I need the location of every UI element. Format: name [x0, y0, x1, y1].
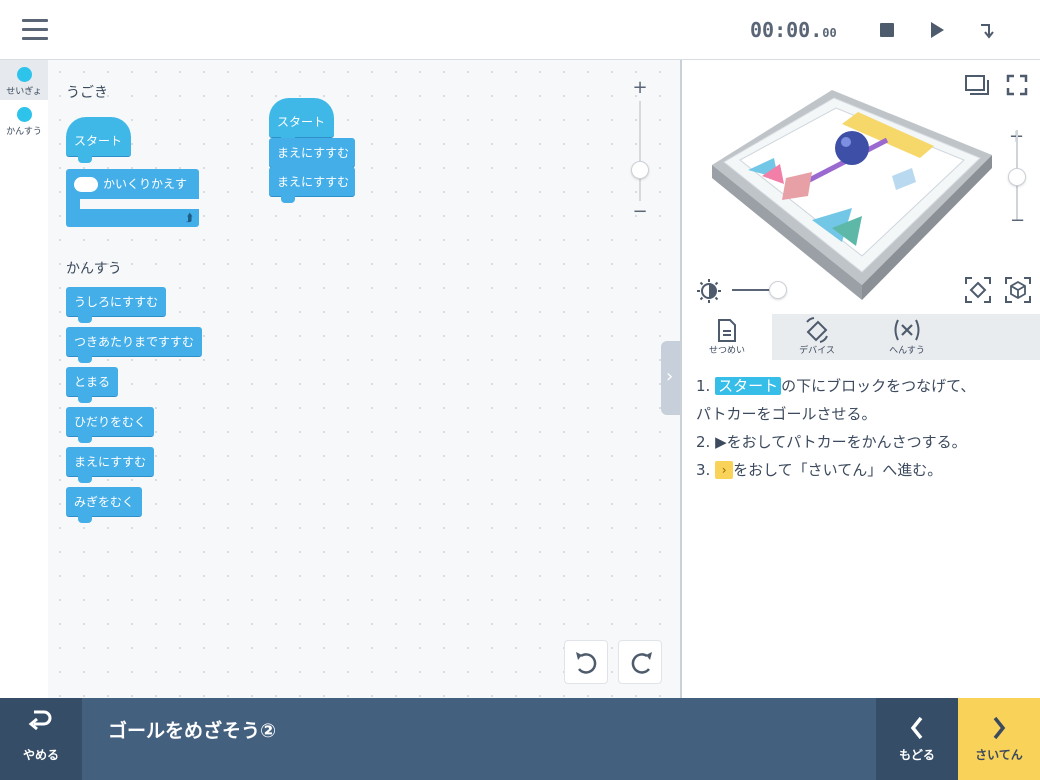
block-turn-left[interactable]: ひだりをむく [66, 407, 155, 443]
tab-description[interactable]: せつめい [682, 314, 772, 360]
block-stop[interactable]: とまる [66, 367, 119, 403]
instruction-line-1: 1. スタート の下にブロックをつなげて、 [696, 372, 1026, 400]
block-turn-right[interactable]: みぎをむく [66, 487, 143, 523]
lesson-title: ゴールをめざそう② [108, 720, 277, 742]
top-view-icon[interactable] [964, 276, 992, 308]
undo-button[interactable] [564, 640, 608, 684]
quit-button[interactable]: やめる [0, 698, 82, 780]
device-icon [806, 317, 828, 343]
instruction-line-2: 2. ▶をおしてパトカーをかんさつする。 [696, 428, 1026, 456]
camera-view-icon[interactable] [964, 74, 990, 100]
category-dot-icon [16, 107, 32, 122]
block-back[interactable]: うしろにすすむ [66, 287, 167, 323]
right-panel: + − せつめい デバイス へんすう 1. ス [680, 60, 1040, 698]
redo-button[interactable] [618, 640, 662, 684]
tab-label: せつめい [708, 346, 745, 356]
category-label: せいぎょ [6, 87, 42, 97]
step-number: 2. [696, 433, 711, 451]
instruction-text: の下にブロックをつなげて、 [781, 377, 976, 395]
info-tab-bar: せつめい デバイス へんすう [682, 314, 1040, 360]
palette-section-title: うごき [66, 85, 108, 101]
palette-section-title: かんすう [66, 261, 122, 277]
repeat-block[interactable]: かいくりかえす ⮭ [66, 169, 199, 229]
stage-zoom-knob[interactable] [1008, 168, 1026, 186]
category-functions[interactable]: かんすう [0, 100, 48, 140]
category-dot-icon [16, 67, 32, 82]
chevron-right-icon [993, 716, 1006, 740]
zoom-slider-track[interactable] [639, 101, 641, 201]
variable-icon [894, 319, 920, 341]
timer-sub: 00 [822, 26, 837, 40]
category-label: かんすう [6, 127, 42, 137]
chevron-right-icon: › [666, 366, 674, 387]
brightness-slider-knob[interactable] [769, 281, 787, 299]
chevron-left-icon [910, 716, 923, 740]
category-sidebar: せいぎょ かんすう [0, 60, 48, 698]
instruction-text: をおして「さいてん」へ進む。 [733, 461, 943, 479]
play-icon: ▶ [715, 433, 727, 451]
program-start-block[interactable]: スタート [269, 98, 334, 144]
program-forward-block[interactable]: まえにすすむ [269, 167, 355, 203]
program-forward-block[interactable]: まえにすすむ [269, 138, 355, 174]
fullscreen-icon[interactable] [1006, 74, 1028, 100]
timer-display: 00:00.00 [750, 18, 837, 42]
step-icon[interactable] [978, 20, 998, 40]
repeat-block-label: かいくりかえす [103, 177, 188, 191]
hamburger-menu-icon[interactable] [22, 19, 48, 41]
start-block[interactable]: スタート [66, 117, 131, 163]
return-arrow-icon [28, 710, 52, 731]
top-bar: 00:00.00 [0, 0, 1040, 60]
step-number: 1. [696, 377, 711, 395]
block-forward[interactable]: まえにすすむ [66, 447, 155, 483]
tab-label: デバイス [799, 346, 835, 356]
brightness-icon [696, 278, 722, 308]
document-icon [718, 319, 736, 342]
block-forward-to-wall[interactable]: つきあたりまですすむ [66, 327, 203, 363]
next-arrow-icon: › [715, 461, 734, 479]
play-icon[interactable] [928, 20, 948, 40]
quit-label: やめる [22, 748, 59, 762]
bottom-bar: やめる ゴールをめざそう② もどる さいてん [0, 698, 1040, 780]
back-button[interactable]: もどる [876, 698, 958, 780]
panel-collapse-handle[interactable]: › [661, 341, 681, 415]
stop-icon[interactable] [878, 20, 898, 40]
instruction-line-3: 3. › をおして「さいてん」へ進む。 [696, 456, 1026, 484]
workspace-zoom: + − [623, 75, 657, 225]
tab-device[interactable]: デバイス [772, 314, 862, 360]
back-label: もどる [899, 748, 935, 762]
undo-icon [576, 652, 597, 674]
zoom-out-button[interactable]: − [623, 201, 657, 222]
score-button[interactable]: さいてん [958, 698, 1040, 780]
instructions-text: 1. スタート の下にブロックをつなげて、 パトカーをゴールさせる。 2. ▶をお… [696, 372, 1026, 484]
zoom-in-button[interactable]: + [623, 77, 657, 98]
highlight-start-block: スタート [715, 377, 782, 395]
step-number: 3. [696, 461, 711, 479]
score-label: さいてん [975, 748, 1023, 762]
stage-zoom-out-button[interactable]: − [1010, 210, 1025, 231]
instruction-text: をおしてパトカーをかんさつする。 [726, 433, 967, 451]
stage-view[interactable]: + − [682, 60, 1040, 314]
timer-main: 00:00. [750, 18, 823, 42]
block-workspace[interactable] [48, 60, 680, 698]
zoom-slider-knob[interactable] [631, 161, 649, 179]
loop-arrow-icon: ⮭ [186, 211, 193, 224]
redo-icon [631, 652, 652, 674]
instruction-line-1b: パトカーをゴールさせる。 [696, 405, 877, 423]
tab-variables[interactable]: へんすう [862, 314, 952, 360]
tab-label: へんすう [889, 346, 925, 356]
repeat-count-input[interactable] [74, 177, 98, 192]
category-control[interactable]: せいぎょ [0, 60, 48, 100]
3d-view-icon[interactable] [1004, 276, 1032, 308]
